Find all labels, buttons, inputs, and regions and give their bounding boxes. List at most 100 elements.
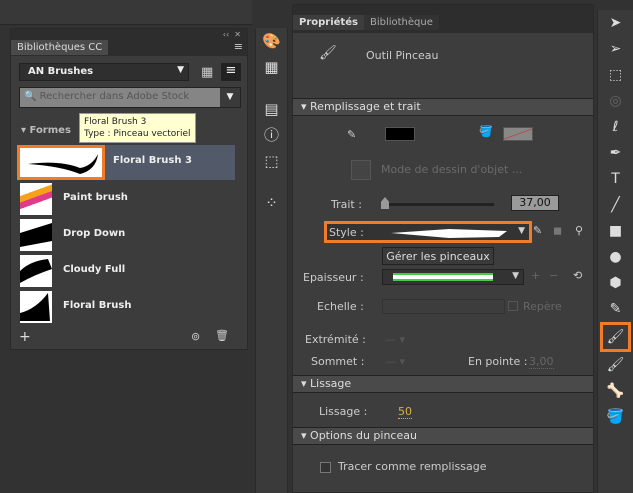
chevron-down-icon: ▼: [512, 271, 519, 281]
brush-item[interactable]: Floral Brush 3: [17, 145, 235, 180]
brush-thumbnail: [20, 219, 52, 251]
section-title: Lissage: [310, 377, 352, 390]
cap-label: Extrémité :: [305, 333, 366, 346]
scale-select[interactable]: [382, 299, 505, 314]
line-tool-icon[interactable]: ╱: [598, 192, 633, 218]
grid-view-icon[interactable]: ▦: [201, 65, 213, 80]
remove-width-icon[interactable]: −: [549, 269, 558, 282]
brush-tool-icon: 🖌: [319, 45, 337, 61]
cc-libraries-panel: ‹‹ ✕ Bibliothèques CC ≡ AN Brushes ▼ ▦ ≡ 🔍…: [10, 28, 248, 350]
pencil-tool-icon[interactable]: ✎: [598, 296, 633, 322]
brush-item[interactable]: Drop Down: [17, 218, 235, 253]
panel-header-strip: ‹‹ ✕: [11, 29, 247, 40]
panel-menu-icon[interactable]: ≡: [234, 40, 243, 53]
library-select[interactable]: AN Brushes ▼: [19, 63, 189, 81]
tab-cc-libraries[interactable]: Bibliothèques CC: [11, 40, 109, 55]
pen-tool-icon[interactable]: ✒: [598, 140, 633, 166]
collapse-button[interactable]: ‹‹: [223, 30, 229, 39]
draw-as-fill-label: Tracer comme remplissage: [338, 460, 487, 473]
style-select[interactable]: Style : ▼: [324, 221, 532, 243]
tooltip-name: Floral Brush 3: [84, 117, 147, 127]
paint-bucket-tool-icon[interactable]: 🪣: [598, 404, 633, 430]
slider-thumb[interactable]: [381, 197, 389, 209]
section-brush-options[interactable]: ▾ Options du pinceau: [293, 427, 593, 445]
tools-panel: ➤ ➢ ⬚ ◎ ℓ ✒ T ╱ ■ ● ⬢ ✎ 🖌 🖌 🦴 🪣: [597, 10, 633, 493]
object-drawing-mode-icon[interactable]: [351, 160, 371, 180]
delete-style-icon[interactable]: ◼: [553, 224, 562, 237]
search-dropdown-icon[interactable]: ▼: [220, 88, 240, 107]
lasso-tool-icon[interactable]: ℓ: [598, 114, 633, 140]
brush-item[interactable]: Paint brush: [17, 182, 235, 217]
join-select[interactable]: — ▾: [385, 355, 405, 368]
cc-sync-icon[interactable]: ⊚: [191, 330, 200, 343]
stock-search-input[interactable]: 🔍 Rechercher dans Adobe Stock ▼: [19, 87, 241, 108]
draw-as-fill-checkbox[interactable]: [320, 462, 331, 473]
paint-bucket-icon: 🪣: [479, 125, 493, 138]
motion-presets-icon[interactable]: ⁘: [256, 190, 287, 216]
align-icon[interactable]: ▤: [256, 96, 287, 122]
free-transform-tool-icon[interactable]: ⬚: [598, 62, 633, 88]
pencil-icon: ✎: [347, 128, 357, 141]
smoothing-value[interactable]: 50: [398, 405, 412, 419]
brush-thumbnail: [20, 291, 52, 323]
trash-icon[interactable]: 🗑: [215, 329, 229, 342]
add-icon[interactable]: +: [19, 329, 31, 345]
polystar-tool-icon[interactable]: ⬢: [598, 270, 633, 296]
join-label: Sommet :: [311, 355, 365, 368]
reset-width-icon[interactable]: ⟲: [573, 269, 582, 282]
manage-brushes-button[interactable]: Gérer les pinceaux: [382, 247, 494, 265]
section-smoothing[interactable]: ▾ Lissage: [293, 375, 593, 393]
brush-item[interactable]: Cloudy Full: [17, 254, 235, 289]
section-fill-stroke[interactable]: ▾ Remplissage et trait: [293, 98, 593, 116]
brush-library-icon[interactable]: ⚲: [575, 224, 583, 237]
smoothing-label: Lissage :: [319, 405, 368, 418]
tab-properties[interactable]: Propriétés: [293, 15, 364, 30]
close-button[interactable]: ✕: [234, 30, 241, 39]
search-icon: 🔍: [24, 91, 37, 102]
brush-name: Paint brush: [63, 192, 128, 203]
properties-panel: Propriétés Bibliothèque 🖌 Outil Pinceau ▾…: [292, 4, 594, 493]
miter-value[interactable]: 3,00: [529, 355, 554, 369]
stroke-value-input[interactable]: 37,00: [511, 195, 559, 211]
subselection-tool-icon[interactable]: ➢: [598, 36, 633, 62]
brush-name: Drop Down: [63, 228, 126, 239]
hinting-checkbox[interactable]: [508, 301, 518, 311]
tooltip-type: Type : Pinceau vectoriel: [84, 129, 191, 139]
list-view-icon[interactable]: ≡: [221, 63, 241, 81]
chevron-down-icon: ▼: [177, 65, 184, 75]
oval-tool-icon[interactable]: ●: [598, 244, 633, 270]
search-placeholder: Rechercher dans Adobe Stock: [39, 91, 190, 102]
fill-color-swatch[interactable]: [503, 127, 533, 141]
brush-thumbnail: [20, 255, 52, 287]
hinting-label: Repère: [523, 300, 562, 313]
width-profile-select[interactable]: ▼: [382, 269, 524, 285]
transform-icon[interactable]: ⬚: [256, 148, 287, 174]
brush-name: Floral Brush 3: [113, 155, 192, 166]
bone-tool-icon[interactable]: 🦴: [598, 378, 633, 404]
tab-library[interactable]: Bibliothèque: [363, 15, 439, 30]
info-icon[interactable]: ⓘ: [256, 122, 287, 148]
tooltip: Floral Brush 3 Type : Pinceau vectoriel: [79, 113, 196, 143]
brush-item[interactable]: Floral Brush: [17, 290, 235, 325]
style-preview: [391, 229, 507, 238]
stroke-slider[interactable]: [381, 197, 494, 209]
add-width-icon[interactable]: +: [531, 269, 540, 282]
swatches-icon[interactable]: ▦: [256, 54, 287, 80]
3d-rotation-tool-icon[interactable]: ◎: [598, 88, 633, 114]
panel-dock: 🎨 ▦ ▤ ⓘ ⬚ ⁘: [255, 28, 288, 493]
color-icon[interactable]: 🎨: [256, 28, 287, 54]
selection-tool-icon[interactable]: ➤: [598, 10, 633, 36]
brush-name: Floral Brush: [63, 300, 132, 311]
cap-select[interactable]: — ▾: [385, 333, 405, 346]
brush-tool-icon[interactable]: 🖌: [600, 322, 631, 352]
section-title: Remplissage et trait: [310, 100, 421, 113]
text-tool-icon[interactable]: T: [598, 166, 633, 192]
edit-style-icon[interactable]: ✎: [533, 224, 542, 237]
rectangle-tool-icon[interactable]: ■: [598, 218, 633, 244]
brush-name: Cloudy Full: [63, 264, 126, 275]
stroke-color-swatch[interactable]: [385, 127, 415, 141]
chevron-down-icon: ▼: [518, 226, 525, 236]
paint-brush-tool-icon[interactable]: 🖌: [598, 352, 633, 378]
group-formes[interactable]: ▾ Formes: [21, 125, 71, 136]
stroke-label: Trait :: [331, 198, 362, 211]
